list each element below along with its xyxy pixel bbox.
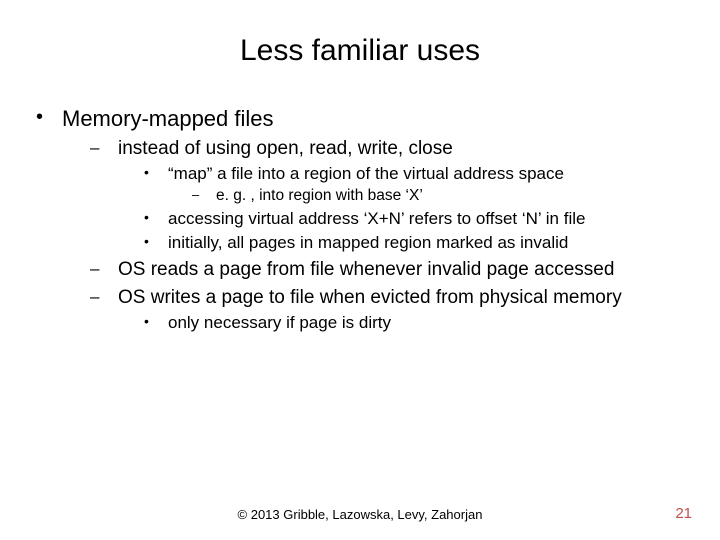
bullet-list-l4: – e. g. , into region with base ‘X’: [192, 187, 684, 205]
bullet-dash-icon: –: [90, 259, 99, 279]
bullet-disc-icon: •: [144, 164, 149, 180]
list-item: – instead of using open, read, write, cl…: [90, 138, 684, 253]
list-item: • accessing virtual address ‘X+N’ refers…: [144, 209, 684, 229]
bullet-dash-icon: –: [90, 138, 99, 158]
bullet-text: OS writes a page to file when evicted fr…: [118, 287, 684, 309]
bullet-text: initially, all pages in mapped region ma…: [168, 233, 684, 253]
list-item: – e. g. , into region with base ‘X’: [192, 187, 684, 205]
list-item: • initially, all pages in mapped region …: [144, 233, 684, 253]
slide: Less familiar uses • Memory-mapped files…: [0, 0, 720, 540]
bullet-text: only necessary if page is dirty: [168, 313, 684, 333]
list-item: – OS writes a page to file when evicted …: [90, 287, 684, 333]
bullet-disc-icon: •: [36, 106, 43, 129]
list-item: • only necessary if page is dirty: [144, 313, 684, 333]
list-item: • Memory-mapped files – instead of using…: [36, 106, 684, 333]
bullet-dash-icon: –: [90, 287, 99, 307]
bullet-list-l1: • Memory-mapped files – instead of using…: [36, 106, 684, 333]
bullet-list-l2: – instead of using open, read, write, cl…: [90, 138, 684, 333]
bullet-disc-icon: •: [144, 209, 149, 225]
page-number: 21: [675, 505, 692, 522]
bullet-list-l3: • only necessary if page is dirty: [144, 313, 684, 333]
bullet-text: e. g. , into region with base ‘X’: [216, 187, 684, 205]
bullet-text: “map” a file into a region of the virtua…: [168, 164, 684, 184]
bullet-list-l3: • “map” a file into a region of the virt…: [144, 164, 684, 253]
bullet-disc-icon: •: [144, 313, 149, 329]
bullet-dash-icon: –: [192, 187, 199, 202]
list-item: • “map” a file into a region of the virt…: [144, 164, 684, 205]
list-item: – OS reads a page from file whenever inv…: [90, 259, 684, 281]
bullet-text: accessing virtual address ‘X+N’ refers t…: [168, 209, 684, 229]
slide-title: Less familiar uses: [0, 34, 720, 68]
footer-copyright: © 2013 Gribble, Lazowska, Levy, Zahorjan: [0, 507, 720, 522]
bullet-text: OS reads a page from file whenever inval…: [118, 259, 684, 281]
slide-body: • Memory-mapped files – instead of using…: [36, 106, 684, 343]
bullet-disc-icon: •: [144, 233, 149, 249]
bullet-text: instead of using open, read, write, clos…: [118, 138, 684, 160]
bullet-text: Memory-mapped files: [62, 106, 684, 132]
